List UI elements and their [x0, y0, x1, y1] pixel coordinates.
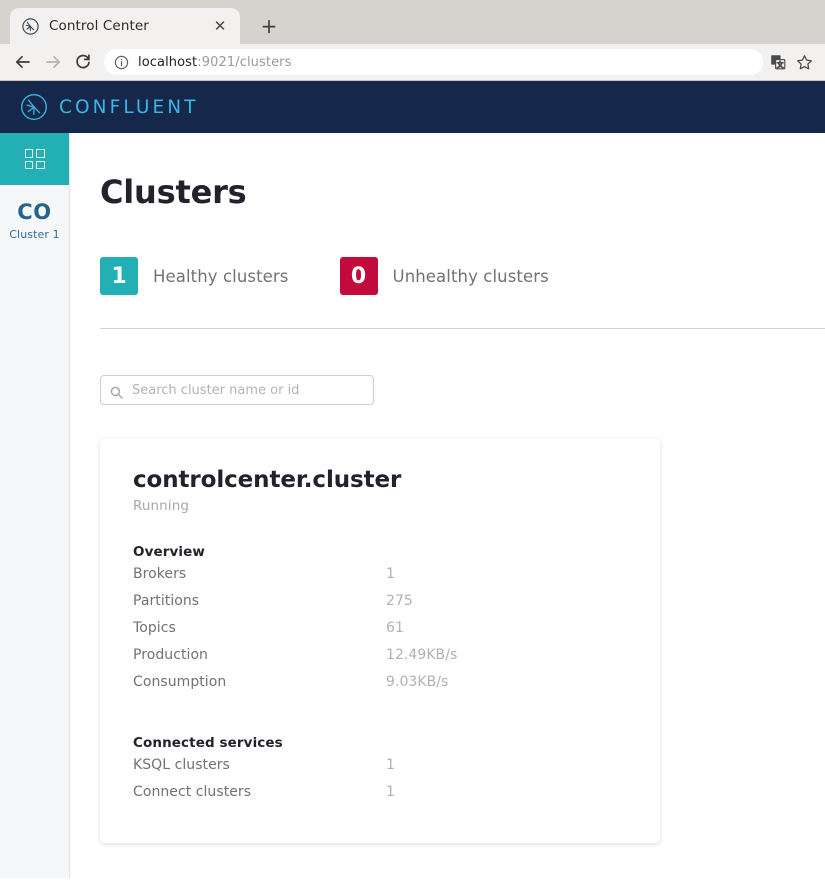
metric-value: 275	[386, 593, 413, 609]
page-info-icon[interactable]	[114, 55, 129, 70]
sidebar: CO Cluster 1	[0, 133, 70, 878]
page-title: Clusters	[100, 173, 825, 211]
metric-row: Topics 61	[133, 620, 627, 647]
unhealthy-clusters-stat: 0 Unhealthy clusters	[340, 257, 549, 295]
metric-row: Brokers 1	[133, 566, 627, 593]
metric-label: KSQL clusters	[133, 757, 386, 773]
search-input[interactable]	[132, 383, 364, 398]
confluent-logo-icon	[20, 93, 48, 121]
browser-chrome: Control Center ✕ +	[0, 0, 825, 81]
main-content: Clusters 1 Healthy clusters 0 Unhealthy …	[70, 133, 825, 878]
connected-services-metrics: KSQL clusters 1 Connect clusters 1	[133, 757, 627, 811]
sidebar-item-home[interactable]	[0, 133, 69, 185]
metric-row: Production 12.49KB/s	[133, 647, 627, 674]
metric-row: Partitions 275	[133, 593, 627, 620]
new-tab-button[interactable]: +	[254, 11, 284, 41]
healthy-clusters-count: 1	[100, 257, 138, 295]
browser-tab[interactable]: Control Center ✕	[10, 8, 240, 44]
app-header: CONFLUENT	[0, 81, 825, 133]
health-summary: 1 Healthy clusters 0 Unhealthy clusters	[100, 257, 825, 295]
metric-value: 1	[386, 784, 395, 800]
reload-button[interactable]	[68, 47, 98, 77]
unhealthy-clusters-label: Unhealthy clusters	[393, 267, 549, 286]
metric-value: 1	[386, 757, 395, 773]
brand[interactable]: CONFLUENT	[20, 93, 199, 121]
metric-value: 61	[386, 620, 404, 636]
search-cluster-box[interactable]	[100, 375, 374, 405]
back-button[interactable]	[8, 47, 38, 77]
healthy-clusters-stat: 1 Healthy clusters	[100, 257, 289, 295]
url-text: localhost:9021/clusters	[138, 55, 755, 70]
cluster-card-status: Running	[133, 498, 627, 514]
cluster-card[interactable]: controlcenter.cluster Running Overview B…	[100, 439, 660, 843]
tab-title: Control Center	[49, 18, 210, 34]
unhealthy-clusters-count: 0	[340, 257, 378, 295]
metric-value: 1	[386, 566, 395, 582]
brand-name: CONFLUENT	[59, 97, 199, 118]
close-icon[interactable]: ✕	[210, 16, 230, 36]
cluster-initials: CO	[17, 201, 51, 224]
url-path: :9021/clusters	[197, 55, 291, 70]
metric-row: KSQL clusters 1	[133, 757, 627, 784]
metric-label: Topics	[133, 620, 386, 636]
metric-label: Partitions	[133, 593, 386, 609]
cluster-card-title: controlcenter.cluster	[133, 467, 627, 493]
sidebar-item-cluster-1[interactable]: CO Cluster 1	[0, 185, 69, 241]
overview-metrics: Brokers 1 Partitions 275 Topics 61 Produ…	[133, 566, 627, 701]
app-body: CO Cluster 1 Clusters 1 Healthy clusters…	[0, 133, 825, 878]
browser-toolbar: localhost:9021/clusters A 文	[0, 44, 825, 80]
tab-strip: Control Center ✕ +	[0, 0, 825, 44]
grid-icon	[25, 149, 45, 169]
cluster-label: Cluster 1	[9, 228, 59, 241]
healthy-clusters-label: Healthy clusters	[153, 267, 289, 286]
star-icon[interactable]	[793, 51, 815, 73]
overview-heading: Overview	[133, 544, 627, 560]
connected-services-heading: Connected services	[133, 735, 627, 751]
metric-value: 12.49KB/s	[386, 647, 457, 663]
svg-text:文: 文	[777, 60, 784, 69]
translate-icon[interactable]: A 文	[767, 51, 789, 73]
address-bar[interactable]: localhost:9021/clusters	[104, 49, 763, 75]
metric-label: Connect clusters	[133, 784, 386, 800]
forward-button[interactable]	[38, 47, 68, 77]
metric-label: Production	[133, 647, 386, 663]
metric-row: Consumption 9.03KB/s	[133, 674, 627, 701]
url-host: localhost	[138, 55, 197, 70]
confluent-favicon-icon	[22, 18, 39, 35]
search-icon	[110, 384, 123, 397]
metric-label: Brokers	[133, 566, 386, 582]
metric-label: Consumption	[133, 674, 386, 690]
metric-value: 9.03KB/s	[386, 674, 448, 690]
section-divider	[100, 328, 825, 329]
control-center-app: CONFLUENT CO Cluster 1 Clusters 1 Health…	[0, 81, 825, 878]
metric-row: Connect clusters 1	[133, 784, 627, 811]
